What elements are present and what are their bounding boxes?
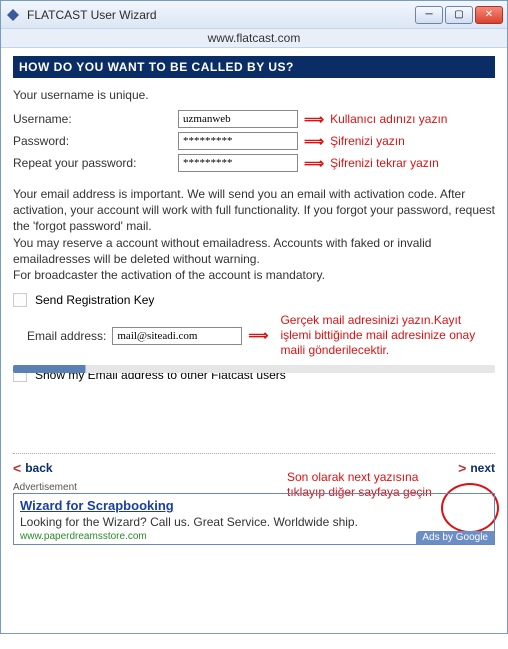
arrow-icon: ⟹ [304,111,324,128]
app-icon [5,7,21,23]
email-row: Email address: ⟹ Gerçek mail adresinizi … [13,313,495,358]
password-note: Şifrenizi yazın [330,134,405,148]
password-input[interactable] [178,132,298,150]
repeat-input[interactable] [178,154,298,172]
ad-text: Looking for the Wizard? Call us. Great S… [20,515,488,529]
chevron-left-icon: < [13,460,21,476]
ad-section-label: Advertisement [13,482,495,493]
password-label: Password: [13,134,178,148]
ad-title[interactable]: Wizard for Scrapbooking [20,498,488,513]
back-label: back [25,461,52,475]
send-reg-checkbox[interactable] [13,293,27,307]
username-label: Username: [13,112,178,126]
page-heading: HOW DO YOU WANT TO BE CALLED BY US? [13,56,495,78]
repeat-row: Repeat your password: ⟹ Şifrenizi tekrar… [13,154,495,172]
send-reg-label: Send Registration Key [35,293,154,307]
repeat-note: Şifrenizi tekrar yazın [330,156,439,170]
subheading: Your username is unique. [13,88,495,102]
username-note: Kullanıcı adınızı yazın [330,112,447,126]
email-label: Email address: [27,329,106,343]
back-button[interactable]: < back [13,460,53,476]
bottom-area: < back > next Advertisement Wizard for S… [13,359,495,545]
ad-badge[interactable]: Ads by Google [416,531,494,544]
username-row: Username: ⟹ Kullanıcı adınızı yazın [13,110,495,128]
password-row: Password: ⟹ Şifrenizi yazın [13,132,495,150]
arrow-icon: ⟹ [248,327,268,344]
minimize-button[interactable]: ─ [415,6,443,24]
next-button[interactable]: > next [458,460,495,476]
url-bar: www.flatcast.com [1,29,507,48]
send-reg-row: Send Registration Key [13,293,495,307]
maximize-button[interactable]: ▢ [445,6,473,24]
window-buttons: ─ ▢ ✕ [415,6,503,24]
email-note: Gerçek mail adresinizi yazın.Kayıt işlem… [280,313,480,358]
arrow-icon: ⟹ [304,155,324,172]
repeat-label: Repeat your password: [13,156,178,170]
content-area: HOW DO YOU WANT TO BE CALLED BY US? Your… [1,48,507,633]
username-input[interactable] [178,110,298,128]
info-paragraph: Your email address is important. We will… [13,186,495,283]
arrow-icon: ⟹ [304,133,324,150]
window-title: FLATCAST User Wizard [27,8,415,22]
ad-box[interactable]: Wizard for Scrapbooking Looking for the … [13,493,495,545]
app-window: FLATCAST User Wizard ─ ▢ ✕ www.flatcast.… [0,0,508,634]
chevron-right-icon: > [458,460,466,476]
next-label: next [470,461,495,475]
pager: < back > next [13,453,495,476]
titlebar: FLATCAST User Wizard ─ ▢ ✕ [1,1,507,29]
progress-bar [13,365,495,373]
close-button[interactable]: ✕ [475,6,503,24]
email-input[interactable] [112,327,242,345]
